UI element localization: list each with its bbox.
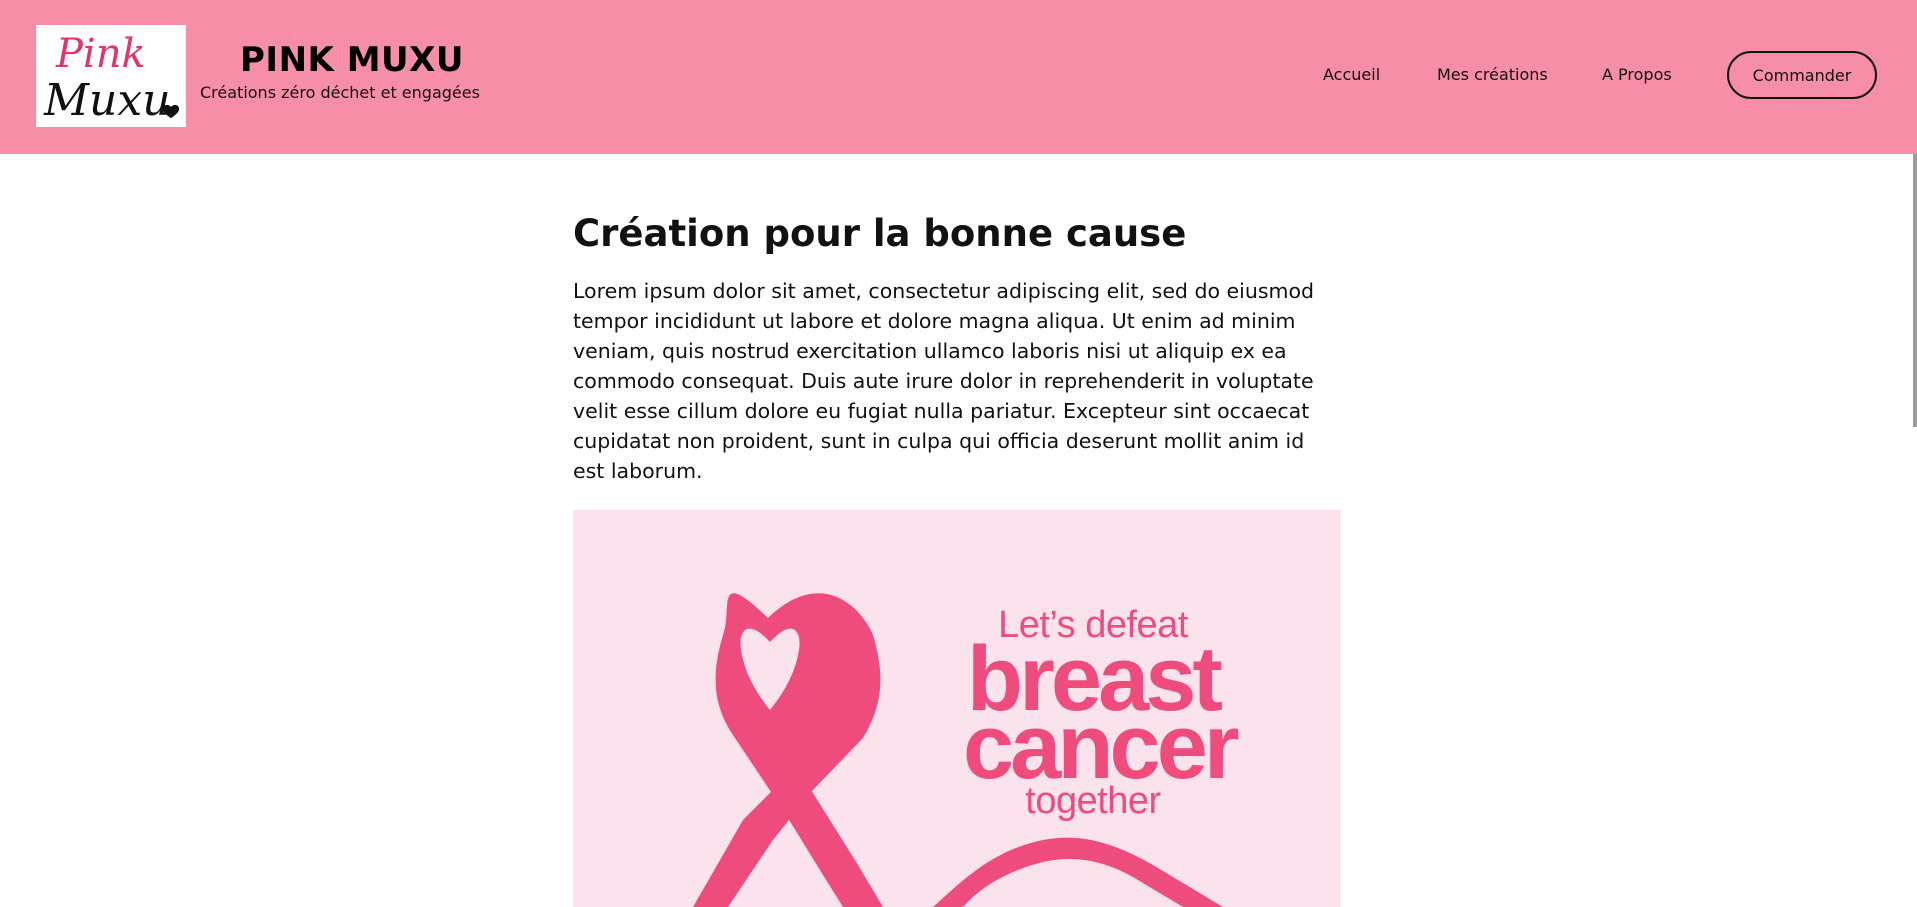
nav-link-accueil[interactable]: Accueil — [1323, 65, 1380, 84]
scrollbar-thumb[interactable] — [1913, 154, 1917, 427]
hero-image: Let’s defeat breast cancer together — [573, 510, 1341, 907]
brand-tagline: Créations zéro déchet et engagées — [200, 83, 480, 102]
logo-image: Pink Muxu — [43, 31, 180, 126]
logo[interactable]: Pink Muxu — [36, 25, 186, 127]
page-title: Création pour la bonne cause — [573, 212, 1187, 255]
hero-line-3: cancer — [963, 696, 1240, 798]
intro-paragraph: Lorem ipsum dolor sit amet, consectetur … — [573, 279, 1315, 484]
site-header: Pink Muxu PINK MUXU Créations zéro déche… — [0, 0, 1917, 154]
nav-link-mes-creations[interactable]: Mes créations — [1437, 65, 1548, 84]
hero-slogan: Let’s defeat breast cancer together — [963, 605, 1240, 821]
svg-text:Muxu: Muxu — [43, 75, 171, 126]
main-content: Création pour la bonne cause Lorem ipsum… — [573, 210, 1341, 486]
nav-link-a-propos[interactable]: A Propos — [1602, 65, 1672, 84]
order-button[interactable]: Commander — [1727, 51, 1877, 99]
brand-name[interactable]: PINK MUXU — [240, 40, 464, 80]
svg-text:Pink: Pink — [55, 31, 146, 77]
